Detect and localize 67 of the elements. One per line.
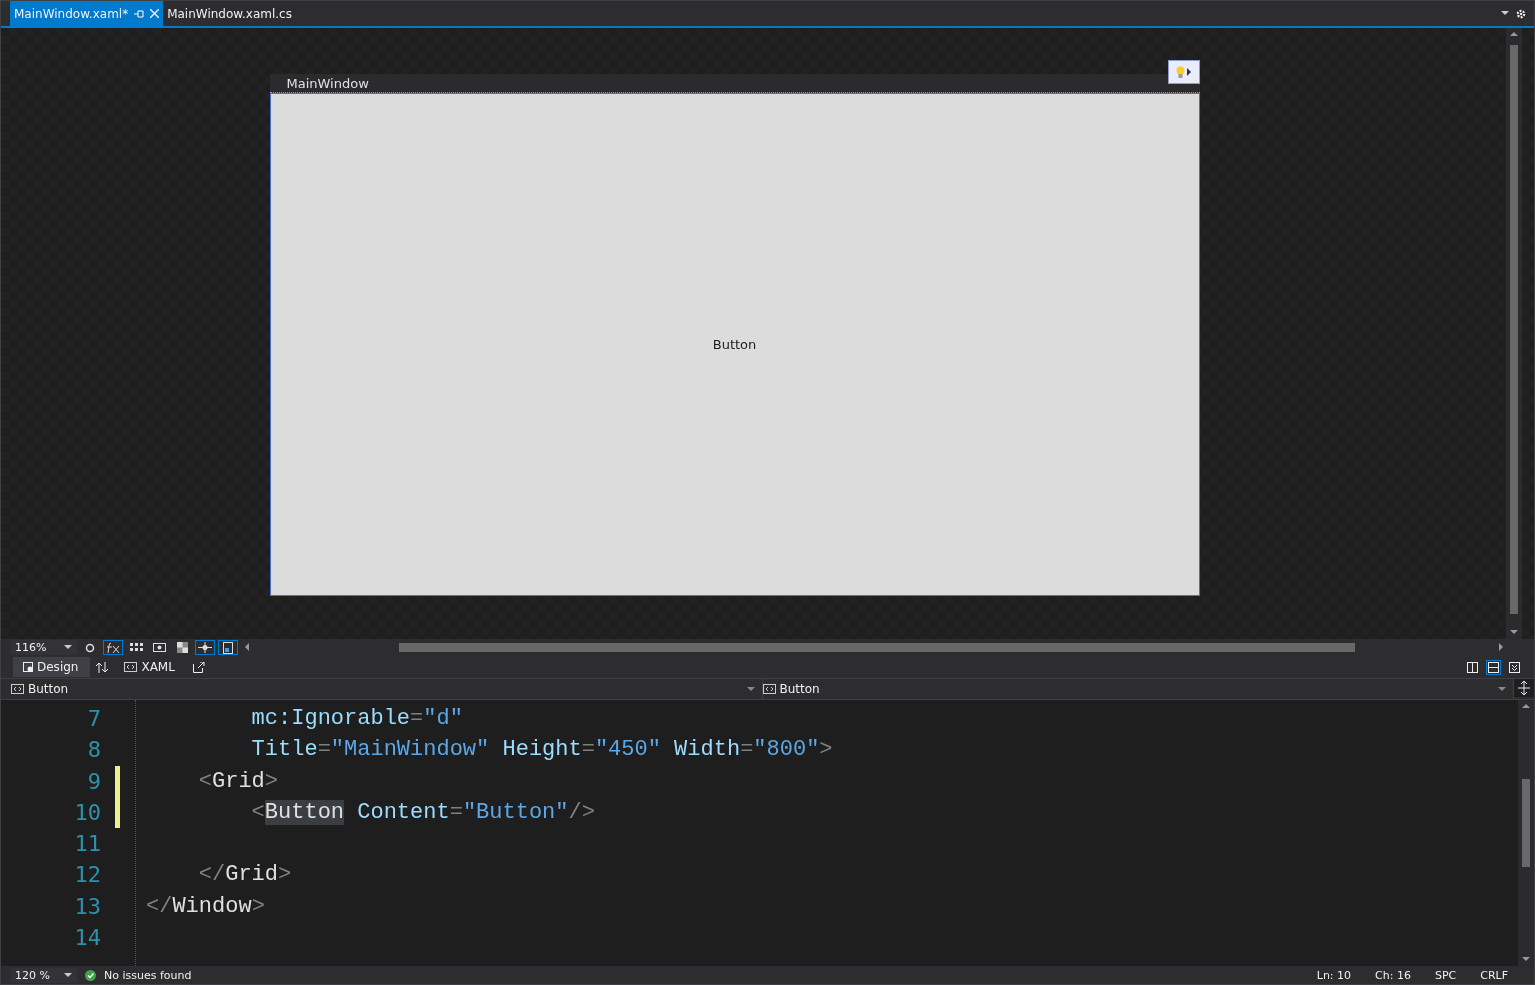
line-number: 9 — [86, 767, 101, 796]
lightbulb-icon — [1175, 65, 1185, 79]
zoom-dropdown[interactable]: 120 % — [11, 967, 77, 983]
line-number: 11 — [73, 830, 101, 859]
element-icon — [762, 684, 776, 694]
view-tab[interactable]: Design — [13, 657, 91, 677]
scroll-thumb[interactable] — [399, 643, 1355, 652]
zoom-dropdown[interactable]: 116% — [11, 640, 77, 655]
scroll-down-icon[interactable] — [1521, 957, 1531, 962]
expand-icon[interactable] — [1186, 67, 1192, 77]
document-tab[interactable]: MainWindow.xaml.cs — [163, 1, 296, 26]
element-icon — [11, 684, 24, 694]
horizontal-split-icon — [1488, 661, 1499, 673]
dropdown-icon[interactable] — [1501, 11, 1510, 16]
dropdown-icon[interactable] — [64, 972, 73, 978]
vertical-split-icon — [1467, 661, 1478, 673]
code-line: </Window> — [146, 892, 266, 921]
element-dropdown[interactable]: Button — [11, 679, 763, 699]
scroll-down-icon[interactable] — [1509, 630, 1519, 635]
scroll-right-icon[interactable] — [1499, 643, 1504, 652]
split-icon[interactable] — [1514, 679, 1534, 697]
popout-icon[interactable] — [192, 661, 205, 673]
swap-panes-icon[interactable] — [96, 661, 109, 673]
indent-mode[interactable]: SPC — [1434, 968, 1457, 982]
line-number: 12 — [73, 861, 101, 890]
design-icon — [23, 662, 33, 672]
scroll-thumb[interactable] — [1510, 45, 1518, 614]
pin-icon[interactable] — [134, 9, 145, 18]
scroll-thumb[interactable] — [1522, 779, 1530, 867]
settings-icon[interactable] — [1516, 8, 1526, 19]
line-number: 8 — [86, 736, 101, 765]
scroll-up-icon[interactable] — [1521, 704, 1531, 709]
code-line: </Grid> — [197, 861, 293, 890]
pane-layout-button[interactable] — [1486, 659, 1501, 675]
code-line: <Grid> — [197, 767, 280, 796]
line-ending[interactable]: CRLF — [1480, 968, 1508, 982]
dropdown-icon[interactable] — [1498, 686, 1507, 692]
close-icon[interactable] — [150, 9, 160, 18]
device-icon[interactable] — [223, 641, 233, 654]
line-number: 10 — [73, 798, 101, 827]
dropdown-icon[interactable] — [746, 686, 756, 692]
line-number: 14 — [73, 924, 101, 953]
element-icon — [124, 662, 138, 672]
scroll-left-icon[interactable] — [245, 643, 250, 652]
code-line: mc:Ignorable="d" — [250, 705, 464, 733]
vertical-scrollbar[interactable] — [1518, 700, 1534, 966]
toolbar-toggle[interactable] — [218, 640, 238, 655]
checkerboard-icon[interactable] — [176, 642, 188, 653]
dropdown-icon[interactable] — [64, 645, 73, 650]
column-indicator: Ch: 16 — [1375, 968, 1411, 982]
check-icon — [85, 969, 96, 981]
code-line: Title="MainWindow" Height="450" Width="800"> — [250, 736, 834, 765]
window-title: MainWindow — [286, 75, 369, 91]
button-label: Button — [712, 337, 757, 352]
line-number: 7 — [86, 705, 101, 733]
button-preview[interactable]: Button — [269, 93, 1200, 596]
quick-actions-button[interactable] — [1167, 60, 1200, 84]
pane-layout-button[interactable] — [1465, 659, 1480, 675]
issues-status[interactable]: No issues found — [104, 968, 192, 982]
document-tab[interactable]: MainWindow.xaml* — [10, 1, 164, 26]
line-indicator: Ln: 10 — [1316, 968, 1352, 982]
scroll-up-icon[interactable] — [1509, 32, 1519, 37]
vertical-scrollbar[interactable] — [1506, 28, 1522, 639]
code-line: <Button Content="Button"/> — [250, 798, 596, 827]
pane-layout-button[interactable] — [1507, 659, 1522, 675]
line-number: 13 — [73, 892, 101, 921]
collapse-pane-icon — [1509, 661, 1520, 673]
